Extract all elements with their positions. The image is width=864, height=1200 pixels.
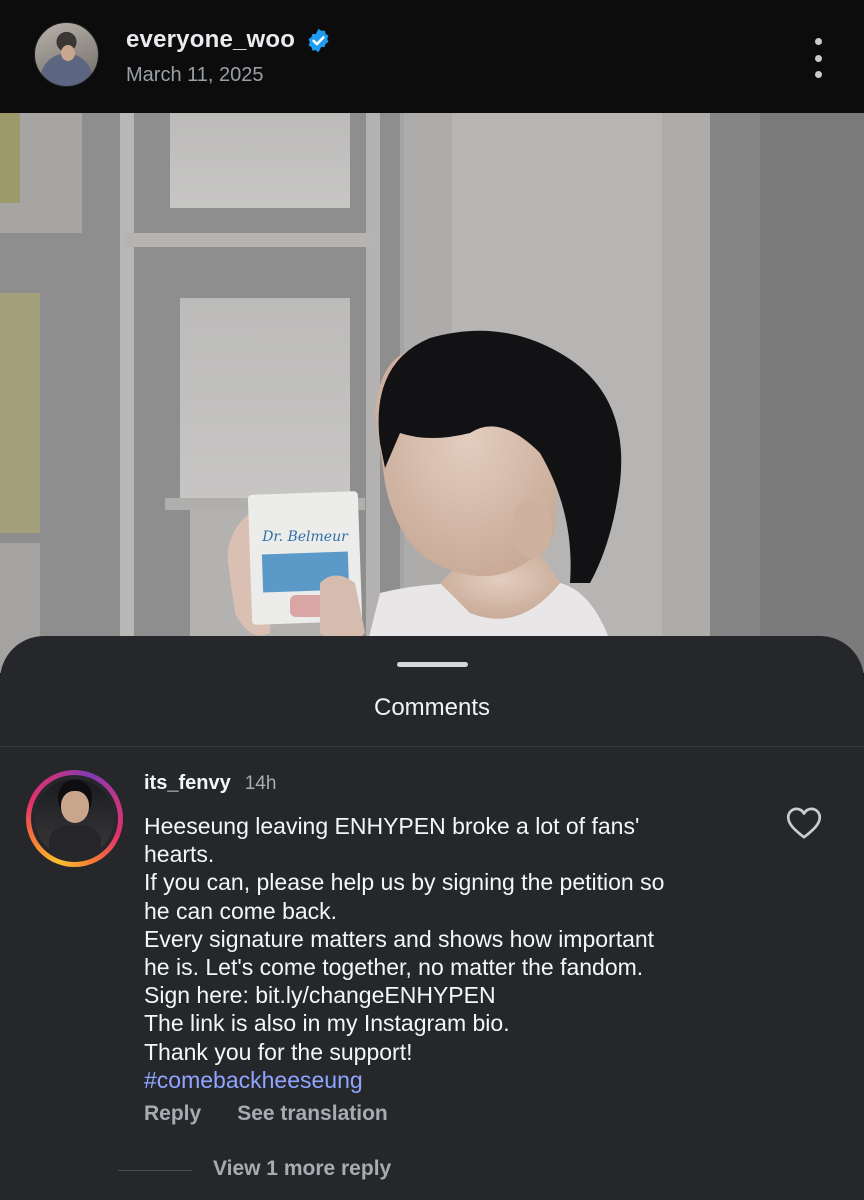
comment-line: he can come back.	[144, 897, 338, 924]
comment-line: hearts.	[144, 841, 215, 868]
sheet-title: Comments	[373, 694, 491, 721]
comments-sheet: Comments its_fenvy 14h Heeseung leaving …	[0, 636, 864, 1200]
comment-line: Sign here: bit.ly/changeENHYPEN	[144, 982, 496, 1009]
sheet-divider	[0, 746, 864, 747]
comment-line: The link is also in my Instagram bio.	[144, 1010, 510, 1037]
replies-divider-line	[118, 1170, 192, 1171]
post-photo-illustration: Dr. Belmeur	[0, 113, 864, 673]
product-logo: Dr. Belmeur	[261, 529, 349, 545]
heart-icon[interactable]	[786, 806, 822, 840]
view-replies-button[interactable]: View 1 more reply	[213, 1157, 391, 1181]
author-name-row: everyone_woo	[126, 25, 332, 55]
comment-timestamp: 14h	[244, 773, 277, 794]
verified-badge-icon	[308, 28, 329, 52]
hashtag-link[interactable]: #comebackheeseung	[144, 1066, 764, 1094]
more-options-icon[interactable]	[806, 38, 830, 78]
reply-button[interactable]: Reply	[144, 1102, 201, 1126]
commenter-avatar[interactable]	[26, 770, 123, 867]
story-ring-gap	[31, 775, 118, 862]
post-header: everyone_woo March 11, 2025	[0, 0, 864, 113]
comment-actions: Reply See translation	[144, 1102, 388, 1126]
comment-line: he is. Let's come together, no matter th…	[144, 954, 644, 981]
post-date: March 11, 2025	[126, 64, 264, 86]
author-username[interactable]: everyone_woo	[126, 26, 295, 54]
comment-line: If you can, please help us by signing th…	[144, 869, 665, 896]
comment-line: Heeseung leaving ENHYPEN broke a lot of …	[144, 813, 640, 839]
commenter-username[interactable]: its_fenvy	[144, 772, 231, 795]
comment-header: its_fenvy 14h	[144, 772, 276, 795]
post-photo[interactable]: Dr. Belmeur	[0, 113, 864, 673]
comment-text: Heeseung leaving ENHYPEN broke a lot of …	[144, 812, 764, 1094]
comment-line: Thank you for the support!	[144, 1038, 413, 1065]
sheet-drag-handle[interactable]	[397, 662, 468, 667]
author-avatar[interactable]	[34, 22, 99, 87]
commenter-avatar-image	[35, 779, 114, 858]
comment-line: Every signature matters and shows how im…	[144, 925, 655, 952]
see-translation-button[interactable]: See translation	[237, 1102, 388, 1126]
